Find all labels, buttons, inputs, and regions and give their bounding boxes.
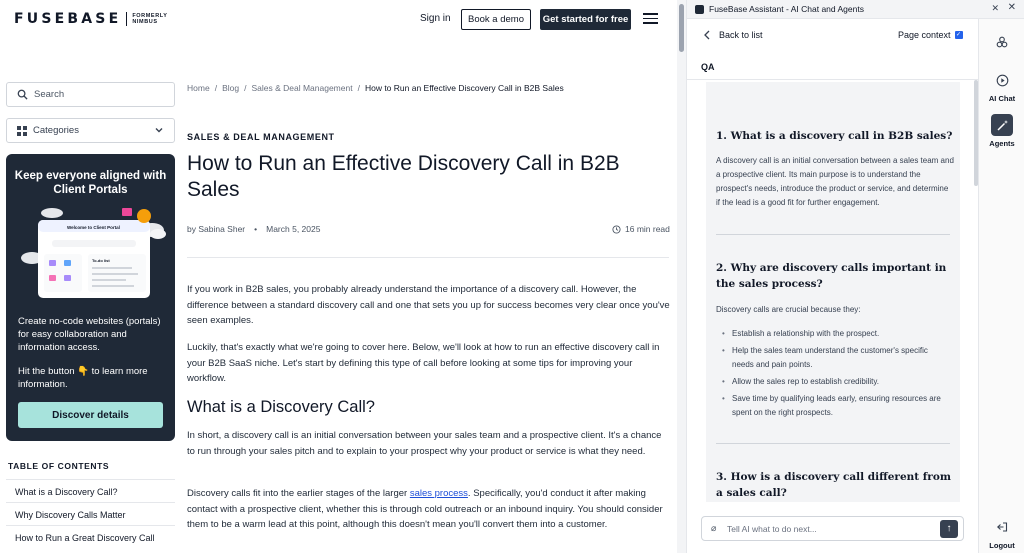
promo-hint: Hit the button 👇 to learn more informati… — [18, 366, 148, 390]
article-paragraph: Discovery calls fit into the earlier sta… — [187, 488, 663, 530]
logo-divider — [126, 12, 128, 26]
categories-label: Categories — [33, 125, 79, 136]
book-demo-button[interactable]: Book a demo — [461, 9, 531, 30]
qa-bullet: Help the sales team understand the custo… — [722, 344, 950, 372]
article-category[interactable]: SALES & DEAL MANAGEMENT — [187, 132, 335, 142]
breadcrumb-separator: / — [244, 83, 247, 93]
logo-formerly: FORMERLY NIMBUS — [132, 13, 168, 25]
divider — [187, 257, 669, 258]
page-context-checkbox[interactable]: ✓ — [954, 31, 963, 39]
article-paragraph: If you work in B2B sales, you probably a… — [187, 284, 670, 326]
byline-bullet: • — [254, 224, 258, 234]
website-view: FUSEBASE FORMERLY NIMBUS Sign in Book a d… — [0, 0, 686, 553]
qa-question: 2. Why are discovery calls important in … — [716, 262, 947, 290]
article-paragraph: Luckily, that's exactly what we're going… — [187, 342, 660, 384]
pin-icon[interactable]: ✕ — [991, 3, 999, 14]
agents-group-button[interactable] — [979, 31, 1024, 56]
qa-document: 1. What is a discovery call in B2B sales… — [706, 82, 960, 502]
play-circle-icon — [991, 69, 1013, 91]
ai-prompt-input[interactable]: ⌀ ↑ — [701, 516, 964, 541]
toc-item[interactable]: How to Run a Great Discovery Call — [6, 525, 175, 547]
send-button[interactable]: ↑ — [940, 520, 958, 538]
divider — [687, 79, 978, 80]
chevron-down-icon — [155, 128, 163, 133]
toc-item[interactable]: What is a Discovery Call? — [6, 479, 175, 501]
discover-details-button[interactable]: Discover details — [18, 402, 163, 428]
breadcrumb-home[interactable]: Home — [187, 83, 210, 93]
qa-answer: A discovery call is an initial conversat… — [716, 156, 954, 207]
search-placeholder: Search — [34, 89, 65, 100]
article-paragraph: In short, a discovery call is an initial… — [187, 430, 662, 457]
svg-text:To-do list: To-do list — [92, 258, 110, 263]
qa-answer: Discovery calls are crucial because they… — [716, 305, 861, 314]
qa-separator — [716, 443, 950, 444]
breadcrumb-category[interactable]: Sales & Deal Management — [251, 83, 352, 93]
attach-icon[interactable]: ⌀ — [711, 523, 716, 534]
agents-button[interactable]: Agents — [979, 114, 1024, 148]
article-author[interactable]: by Sabina Sher — [187, 224, 245, 234]
page-context-label: Page context — [898, 30, 951, 40]
logo-wordmark: FUSEBASE — [14, 11, 122, 27]
back-to-list-label: Back to list — [719, 30, 763, 40]
sign-in-link[interactable]: Sign in — [420, 13, 451, 24]
close-icon[interactable]: ✕ — [1008, 2, 1016, 13]
qa-section-label: QA — [701, 62, 715, 72]
blog-search-input[interactable]: Search — [6, 82, 175, 107]
fusebase-logo[interactable]: FUSEBASE FORMERLY NIMBUS — [14, 11, 168, 27]
qa-bullet: Allow the sales rep to establish credibi… — [722, 375, 950, 389]
page-scrollbar-thumb[interactable] — [679, 4, 684, 52]
logout-icon — [991, 516, 1013, 538]
qa-question: 3. How is a discovery call different fro… — [716, 471, 951, 499]
qa-bullet: Establish a relationship with the prospe… — [722, 327, 950, 341]
clock-icon — [612, 224, 621, 234]
breadcrumb-current: How to Run an Effective Discovery Call i… — [364, 83, 564, 93]
assistant-panel: FuseBase Assistant - AI Chat and Agents … — [686, 0, 1024, 553]
logout-label: Logout — [989, 541, 1015, 550]
promo-title: Keep everyone aligned with Client Portal… — [14, 170, 167, 196]
svg-text:Welcome to Client Portal: Welcome to Client Portal — [67, 225, 120, 230]
qa-question: 1. What is a discovery call in B2B sales… — [716, 130, 953, 142]
qa-separator — [716, 234, 950, 235]
agents-label: Agents — [989, 139, 1015, 148]
promo-illustration: Welcome to Client Portal To-do list — [21, 208, 166, 298]
client-portals-promo: Keep everyone aligned with Client Portal… — [6, 154, 175, 441]
toc-item[interactable]: Why Discovery Calls Matter — [6, 502, 175, 524]
assistant-side-rail: AI Chat Agents Logout — [978, 19, 1024, 553]
grid-icon — [17, 125, 27, 136]
magic-wand-icon — [991, 114, 1013, 136]
page-scrollbar[interactable] — [677, 0, 686, 553]
ai-chat-button[interactable]: AI Chat — [979, 69, 1024, 103]
chevron-left-icon — [704, 30, 710, 40]
breadcrumb: Home / Blog / Sales & Deal Management / … — [187, 83, 564, 93]
article-byline: by Sabina Sher • March 5, 2025 — [187, 224, 320, 234]
ai-chat-label: AI Chat — [988, 94, 1016, 103]
promo-description: Create no-code websites (portals) for ea… — [18, 316, 161, 353]
read-time-label: 16 min read — [625, 224, 670, 234]
top-navigation: FUSEBASE FORMERLY NIMBUS Sign in Book a d… — [0, 0, 686, 38]
search-icon — [17, 89, 28, 100]
assistant-titlebar: FuseBase Assistant - AI Chat and Agents … — [687, 0, 1024, 19]
breadcrumb-separator: / — [214, 83, 218, 93]
nodes-icon — [991, 31, 1013, 53]
article-title: How to Run an Effective Discovery Call i… — [187, 152, 620, 201]
toc-title: TABLE OF CONTENTS — [8, 461, 110, 471]
assistant-window-title: FuseBase Assistant - AI Chat and Agents — [709, 4, 864, 14]
categories-dropdown[interactable]: Categories — [6, 118, 175, 143]
breadcrumb-separator: / — [357, 83, 360, 93]
fusebase-app-icon — [695, 4, 704, 14]
article-date: March 5, 2025 — [266, 224, 321, 234]
menu-icon[interactable] — [643, 13, 658, 24]
breadcrumb-blog[interactable]: Blog — [222, 83, 239, 93]
sales-process-link[interactable]: sales process — [410, 488, 468, 499]
read-time: 16 min read — [612, 224, 670, 234]
back-to-list-button[interactable]: Back to list — [703, 30, 763, 40]
qa-bullet: Save time by qualifying leads early, ens… — [722, 392, 950, 420]
logout-button[interactable]: Logout — [979, 516, 1024, 550]
page-context-toggle[interactable]: Page context ✓ — [898, 30, 963, 40]
ai-prompt-field[interactable] — [727, 521, 927, 537]
get-started-button[interactable]: Get started for free — [540, 9, 631, 30]
section-heading: What is a Discovery Call? — [187, 398, 375, 416]
